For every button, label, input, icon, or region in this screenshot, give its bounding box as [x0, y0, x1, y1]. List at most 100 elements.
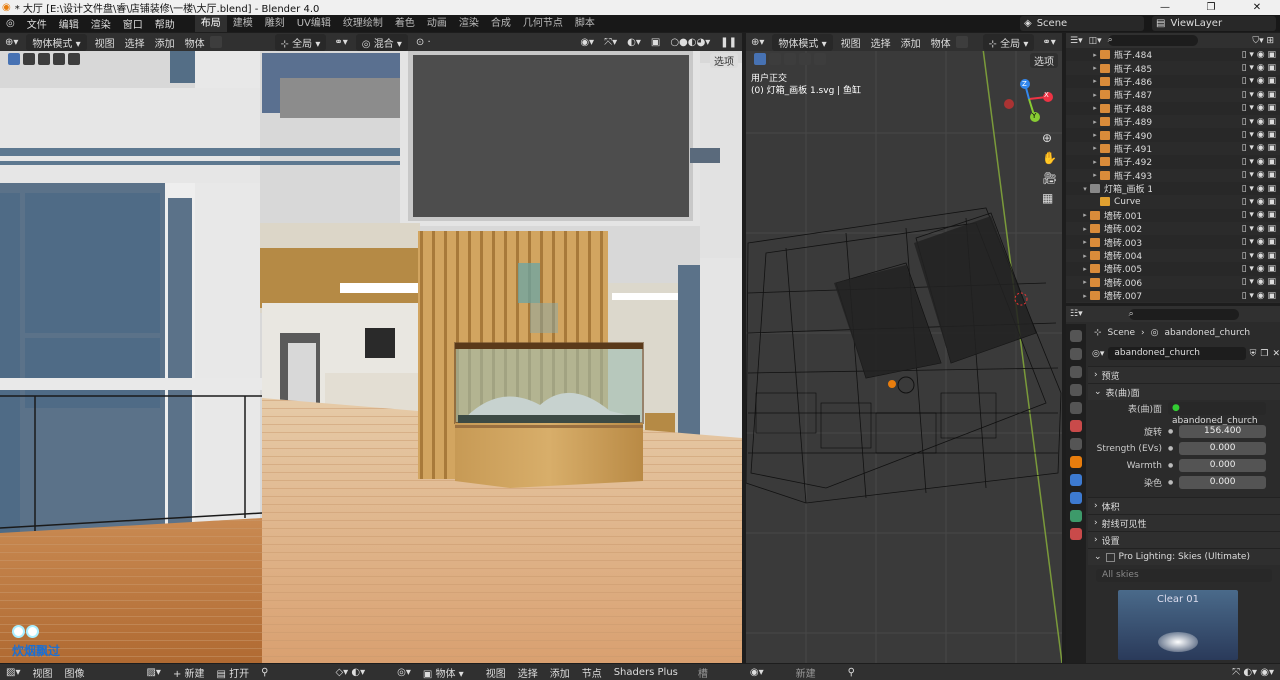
open-image-button[interactable]: ▤ 打开	[211, 665, 256, 680]
right-3d-viewport[interactable]: ⊕▾ 物体模式 ▾ 视图 选择 添加 物体 ⊹ 全局 ▾ ⚭▾ 选项 用户正交 …	[746, 33, 1062, 663]
bottom-menu-view[interactable]: 视图	[26, 665, 58, 680]
pivot-icon-right[interactable]: ⚭▾	[1037, 37, 1060, 48]
menu-add-right[interactable]: 添加	[896, 35, 926, 50]
mode-dropdown-right[interactable]: 物体模式 ▾	[772, 33, 833, 51]
menu-view[interactable]: 视图	[90, 35, 120, 50]
outliner-item[interactable]: ▸ 瓶子.493 ▯ ▾ ◉ ▣	[1066, 168, 1280, 182]
tool-tab-icon[interactable]	[1070, 330, 1082, 342]
outliner-item[interactable]: ▸ 瓶子.490 ▯ ▾ ◉ ▣	[1066, 128, 1280, 142]
expand-arrow-icon[interactable]: ▸	[1080, 252, 1090, 260]
tab-animation[interactable]: 动画	[421, 15, 453, 32]
menu-object[interactable]: 物体	[180, 35, 210, 50]
object-tab-icon[interactable]	[1070, 456, 1082, 468]
panel-volume[interactable]: › 体积	[1088, 497, 1280, 514]
orientation-dropdown-right[interactable]: ⊹ 全局 ▾	[982, 33, 1035, 51]
object-data-icon-right[interactable]	[955, 36, 968, 48]
outliner-editor-icon[interactable]: ☰▾	[1070, 36, 1083, 46]
expand-arrow-icon[interactable]: ▸	[1090, 158, 1100, 166]
expand-arrow-icon[interactable]: ▸	[1090, 91, 1100, 99]
visibility-toggles[interactable]: ▯ ▾ ◉ ▣	[1242, 103, 1276, 113]
editor-type-icon-right[interactable]: ⊕▾	[746, 37, 769, 48]
world-name-field[interactable]: abandoned_church	[1108, 347, 1246, 360]
expand-arrow-icon[interactable]: ▸	[1090, 144, 1100, 152]
scene-tab-icon[interactable]	[1070, 402, 1082, 414]
outliner-item[interactable]: ▸ 墙砖.004 ▯ ▾ ◉ ▣	[1066, 248, 1280, 263]
menu-file[interactable]: 文件	[21, 16, 53, 31]
panel-preview[interactable]: › 预览	[1088, 366, 1280, 383]
keyframe-dot-icon[interactable]: ●	[1168, 479, 1173, 486]
pivot-icon[interactable]: ⚭▾	[329, 37, 352, 48]
panel-addon[interactable]: ⌄ Pro Lighting: Skies (Ultimate)	[1088, 548, 1280, 565]
gizmo-icon[interactable]: ⤧▾	[599, 37, 622, 48]
object-data-icon[interactable]	[209, 36, 222, 48]
surface-shader-field[interactable]: ● abandoned_church	[1168, 402, 1266, 426]
field-value-slider[interactable]: 0.000	[1179, 442, 1266, 455]
data-tab-icon[interactable]	[1070, 510, 1082, 522]
menu-select-right[interactable]: 选择	[866, 35, 896, 50]
expand-arrow-icon[interactable]: ▸	[1090, 77, 1100, 85]
select-extend-icon-right[interactable]	[784, 53, 796, 65]
outliner-item[interactable]: ▸ 瓶子.488 ▯ ▾ ◉ ▣	[1066, 102, 1280, 115]
options-button[interactable]: 选项	[710, 53, 738, 68]
select-extend-icon[interactable]	[38, 53, 50, 65]
visibility-toggles[interactable]: ▯ ▾ ◉ ▣	[1242, 117, 1276, 127]
outliner-item[interactable]: ▸ 墙砖.002 ▯ ▾ ◉ ▣	[1066, 222, 1280, 236]
filter-display-icon[interactable]: ◫▾	[1089, 36, 1102, 46]
image-type-icon[interactable]: ▨▾	[140, 667, 166, 678]
sky-thumbnail[interactable]: Clear 01	[1118, 590, 1238, 660]
new-material-button[interactable]: 新建	[790, 665, 822, 680]
physics-tab-icon[interactable]	[1070, 474, 1082, 486]
visibility-toggles[interactable]: ▯ ▾ ◉ ▣	[1242, 76, 1276, 86]
outliner-item[interactable]: ▸ 瓶子.489 ▯ ▾ ◉ ▣	[1066, 114, 1280, 129]
expand-arrow-icon[interactable]: ▸	[1090, 64, 1100, 72]
visibility-toggles[interactable]: ▯ ▾ ◉ ▣	[1242, 63, 1276, 73]
outliner-item[interactable]: ▸ 瓶子.485 ▯ ▾ ◉ ▣	[1066, 61, 1280, 75]
constraints-tab-icon[interactable]	[1070, 492, 1082, 504]
image-editor-icon[interactable]: ▨▾	[0, 667, 26, 678]
menu-object-right[interactable]: 物体	[926, 35, 956, 50]
expand-arrow-icon[interactable]: ▸	[1080, 211, 1090, 219]
keyframe-dot-icon[interactable]: ●	[1168, 445, 1173, 452]
properties-editor-icon[interactable]: ☷▾	[1070, 309, 1083, 319]
outliner-item[interactable]: ▸ 瓶子.491 ▯ ▾ ◉ ▣	[1066, 141, 1280, 156]
node-menu-select[interactable]: 选择	[512, 665, 544, 680]
material-icon[interactable]: ◉▾	[744, 667, 770, 678]
visibility-toggles[interactable]: ▯ ▾ ◉ ▣	[1242, 277, 1276, 287]
output-tab-icon[interactable]	[1070, 366, 1082, 378]
tab-geometry-nodes[interactable]: 几何节点	[517, 15, 569, 32]
node-editor-type-icon[interactable]: ◎▾	[391, 667, 417, 678]
scene-selector[interactable]: ◈ Scene	[1020, 16, 1144, 31]
viewlayer-selector[interactable]: ▤ ViewLayer	[1152, 16, 1276, 31]
collection-tab-icon[interactable]	[1070, 438, 1082, 450]
menu-render[interactable]: 渲染	[85, 16, 117, 31]
expand-arrow-icon[interactable]: ▸	[1090, 118, 1100, 126]
visibility-toggles[interactable]: ▯ ▾ ◉ ▣	[1242, 264, 1276, 274]
properties-search-input[interactable]: ⌕	[1128, 308, 1239, 320]
visibility-toggles[interactable]: ▯ ▾ ◉ ▣	[1242, 50, 1276, 60]
outliner-item[interactable]: ▸ 墙砖.005 ▯ ▾ ◉ ▣	[1066, 262, 1280, 276]
menu-window[interactable]: 窗口	[117, 16, 149, 31]
field-value-slider[interactable]: 0.000	[1179, 476, 1266, 489]
visibility-toggles[interactable]: ▯ ▾ ◉ ▣	[1242, 130, 1276, 140]
filter-icon[interactable]: ⛉▾ ⊞	[1252, 36, 1274, 46]
snap-dropdown[interactable]: ◎ 混合 ▾	[355, 33, 408, 51]
proportional-edit-icon[interactable]: ⊙ ·	[411, 37, 436, 48]
expand-arrow-icon[interactable]: ▸	[1090, 104, 1100, 112]
node-menu-view[interactable]: 视图	[480, 665, 512, 680]
visibility-toggles[interactable]: ▯ ▾ ◉ ▣	[1242, 184, 1276, 194]
grid-toggle-icon[interactable]: ▦	[1042, 191, 1057, 205]
tab-sculpting[interactable]: 雕刻	[259, 15, 291, 32]
visibility-toggles[interactable]: ▯ ▾ ◉ ▣	[1242, 197, 1276, 207]
addon-checkbox[interactable]	[1105, 552, 1115, 562]
node-editor-icons[interactable]: ◇▾ ◐▾	[329, 667, 371, 678]
menu-help[interactable]: 帮助	[149, 16, 181, 31]
shading-modes[interactable]: ○●◐◕▾	[665, 37, 715, 48]
menu-edit[interactable]: 编辑	[53, 16, 85, 31]
pan-hand-icon[interactable]: ✋	[1042, 151, 1057, 165]
panel-ray-visibility[interactable]: › 射线可见性	[1088, 514, 1280, 531]
pin-icon-2[interactable]: ⚲	[842, 667, 861, 678]
field-value-slider[interactable]: 156.400	[1179, 425, 1266, 438]
select-intersect-icon-right[interactable]	[814, 53, 826, 65]
keyframe-dot-icon[interactable]: ●	[1168, 462, 1173, 469]
tab-compositing[interactable]: 合成	[485, 15, 517, 32]
